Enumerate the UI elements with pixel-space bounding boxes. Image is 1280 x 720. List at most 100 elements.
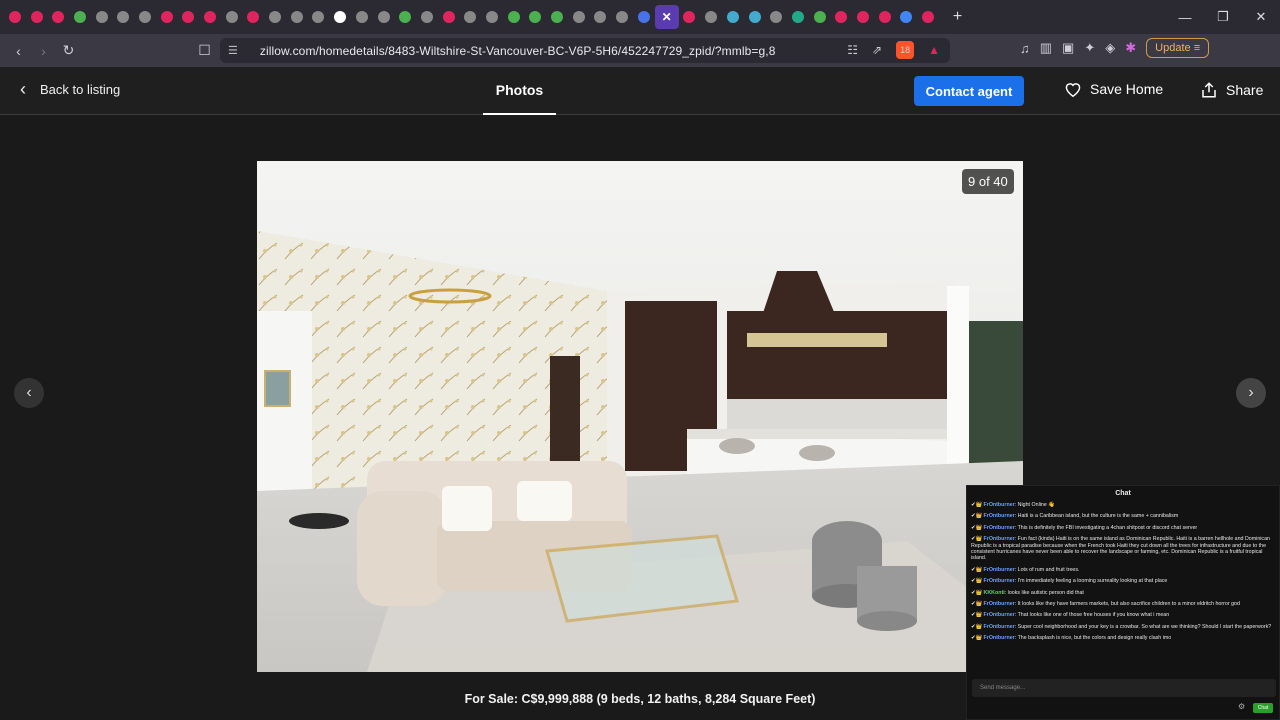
new-tab-button[interactable]: + xyxy=(953,8,962,26)
tab[interactable] xyxy=(373,5,395,29)
tab[interactable] xyxy=(394,5,416,29)
tab[interactable] xyxy=(546,5,568,29)
chat-username[interactable]: FrOntburner xyxy=(984,525,1015,531)
save-home-button[interactable]: Save Home xyxy=(1064,81,1163,97)
tab[interactable] xyxy=(308,5,330,29)
chat-message: ✔👑 KKKonti: looks like autistic person d… xyxy=(971,590,1275,596)
tab[interactable] xyxy=(765,5,787,29)
tab-favicon-icon xyxy=(95,11,108,23)
share-page-icon[interactable]: ⇗ xyxy=(872,43,882,57)
sidebar-icon[interactable]: ▥ xyxy=(1040,40,1052,56)
bookmark-icon[interactable]: ☐ xyxy=(192,42,217,59)
next-photo-button[interactable]: › xyxy=(1236,378,1266,408)
wallet-icon[interactable]: ▣ xyxy=(1062,40,1074,56)
tab-favicon-icon xyxy=(835,11,848,23)
tab[interactable] xyxy=(178,5,200,29)
tab-favicon-icon xyxy=(355,11,368,23)
minimize-button[interactable]: — xyxy=(1166,10,1204,25)
chat-username[interactable]: FrOntburner xyxy=(984,612,1015,618)
back-icon[interactable]: ‹ xyxy=(6,43,31,59)
tab[interactable] xyxy=(917,5,939,29)
tab[interactable] xyxy=(69,5,91,29)
site-info-icon[interactable]: ☰ xyxy=(228,44,238,57)
tab[interactable] xyxy=(156,5,178,29)
tab-favicon-icon xyxy=(269,11,282,23)
tab[interactable] xyxy=(286,5,308,29)
tab[interactable] xyxy=(112,5,134,29)
tab[interactable] xyxy=(199,5,221,29)
tab[interactable] xyxy=(744,5,766,29)
chat-username[interactable]: FrOntburner xyxy=(984,578,1015,584)
reload-icon[interactable]: ↻ xyxy=(56,42,81,59)
chat-username[interactable]: FrOntburner xyxy=(984,513,1015,519)
tab[interactable] xyxy=(611,5,633,29)
chat-overlay: Chat ✔👑 FrOntburner: Night Online 👋 ✔👑 Fr… xyxy=(966,485,1280,720)
tab[interactable] xyxy=(679,5,701,29)
tab[interactable] xyxy=(4,5,26,29)
active-tab[interactable]: ✕ xyxy=(654,5,679,29)
brave-shields-icon[interactable]: 18 xyxy=(896,41,915,59)
tab[interactable] xyxy=(26,5,48,29)
tab-photos[interactable]: Photos xyxy=(483,67,556,115)
tab[interactable] xyxy=(351,5,373,29)
tab[interactable] xyxy=(134,5,156,29)
tab[interactable] xyxy=(700,5,722,29)
tab[interactable] xyxy=(787,5,809,29)
update-button[interactable]: Update ≡ xyxy=(1146,38,1210,58)
listing-photo[interactable] xyxy=(257,161,1023,672)
chat-badge-icon: ✔👑 xyxy=(971,612,984,619)
tab[interactable] xyxy=(722,5,744,29)
tab[interactable] xyxy=(438,5,460,29)
tab[interactable] xyxy=(416,5,438,29)
restore-button[interactable]: ❐ xyxy=(1204,9,1242,25)
tab[interactable] xyxy=(525,5,547,29)
chat-text: : It looks like they have farmers market… xyxy=(1014,601,1240,608)
extension-icon[interactable]: ✱ xyxy=(1125,40,1136,56)
tab[interactable] xyxy=(481,5,503,29)
tab[interactable] xyxy=(830,5,852,29)
address-bar[interactable]: ☰ zillow.com/homedetails/8483-Wiltshire-… xyxy=(220,38,950,63)
chat-message: ✔👑 FrOntburner: Super cool neighborhood … xyxy=(971,624,1275,630)
close-window-button[interactable]: ✕ xyxy=(1242,9,1280,25)
chat-send-button[interactable]: Chat xyxy=(1253,703,1273,713)
tab[interactable] xyxy=(809,5,831,29)
tab[interactable] xyxy=(874,5,896,29)
back-to-listing-link[interactable]: ‹ Back to listing xyxy=(20,80,120,98)
chat-username[interactable]: FrOntburner xyxy=(984,624,1015,630)
chat-username[interactable]: FrOntburner xyxy=(984,536,1015,542)
chat-username[interactable]: FrOntburner xyxy=(984,502,1015,508)
tab[interactable] xyxy=(852,5,874,29)
tab[interactable] xyxy=(221,5,243,29)
leo-icon[interactable]: ✦ xyxy=(1084,40,1095,56)
previous-photo-button[interactable]: ‹ xyxy=(14,378,44,408)
tab-favicon-icon xyxy=(420,11,433,23)
contact-agent-button[interactable]: Contact agent xyxy=(914,76,1024,106)
tab[interactable] xyxy=(91,5,113,29)
media-icon[interactable]: ♫ xyxy=(1020,41,1030,56)
tab[interactable] xyxy=(503,5,525,29)
chat-username[interactable]: FrOntburner xyxy=(984,601,1015,607)
tab[interactable] xyxy=(590,5,612,29)
chat-badge-icon: ✔👑 xyxy=(971,623,984,630)
rewards-icon[interactable]: ▲ xyxy=(928,43,940,57)
chat-username[interactable]: KKKonti xyxy=(984,590,1005,596)
close-tab-icon[interactable]: ✕ xyxy=(661,10,673,24)
tab[interactable] xyxy=(329,5,351,29)
chat-username[interactable]: FrOntburner xyxy=(984,635,1015,641)
tab[interactable] xyxy=(568,5,590,29)
reader-icon[interactable]: ☷ xyxy=(847,43,858,57)
tab[interactable] xyxy=(47,5,69,29)
share-button[interactable]: Share xyxy=(1200,81,1263,99)
chat-username[interactable]: FrOntburner xyxy=(984,567,1015,573)
chat-message-input[interactable]: Send message... xyxy=(972,679,1276,697)
tab[interactable] xyxy=(896,5,918,29)
chat-message-list[interactable]: ✔👑 FrOntburner: Night Online 👋 ✔👑 FrOntbu… xyxy=(967,502,1279,642)
tab[interactable] xyxy=(633,5,655,29)
tab[interactable] xyxy=(243,5,265,29)
tab[interactable] xyxy=(459,5,481,29)
gear-icon[interactable]: ⚙ xyxy=(1238,702,1245,711)
tab-favicon-icon xyxy=(290,11,303,23)
tab[interactable] xyxy=(264,5,286,29)
forward-icon[interactable]: › xyxy=(31,43,56,59)
vpn-icon[interactable]: ◈ xyxy=(1105,40,1115,56)
